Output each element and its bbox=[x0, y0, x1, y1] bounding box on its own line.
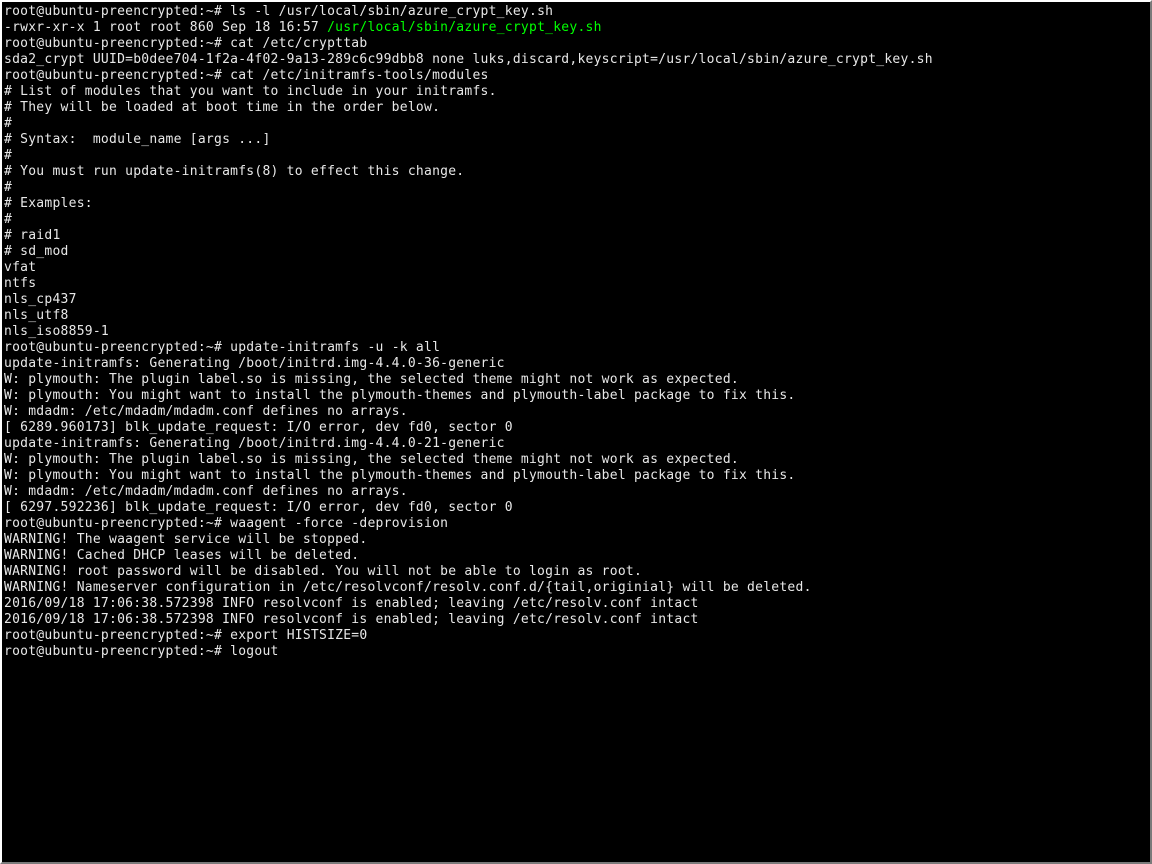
output-line: update-initramfs: Generating /boot/initr… bbox=[4, 436, 1148, 452]
ls-filepath: /usr/local/sbin/azure_crypt_key.sh bbox=[327, 20, 602, 35]
output-line: [ 6297.592236] blk_update_request: I/O e… bbox=[4, 500, 1148, 516]
shell-command: waagent -force -deprovision bbox=[230, 516, 448, 531]
command-line: root@ubuntu-preencrypted:~# update-initr… bbox=[4, 340, 1148, 356]
output-line: nls_cp437 bbox=[4, 292, 1148, 308]
output-line: W: plymouth: The plugin label.so is miss… bbox=[4, 452, 1148, 468]
shell-prompt: root@ubuntu-preencrypted:~# bbox=[4, 4, 230, 19]
output-line: 2016/09/18 17:06:38.572398 INFO resolvco… bbox=[4, 596, 1148, 612]
terminal-window[interactable]: root@ubuntu-preencrypted:~# ls -l /usr/l… bbox=[0, 0, 1152, 864]
output-line: # bbox=[4, 180, 1148, 196]
command-line: root@ubuntu-preencrypted:~# cat /etc/cry… bbox=[4, 36, 1148, 52]
shell-prompt: root@ubuntu-preencrypted:~# bbox=[4, 340, 230, 355]
output-line: W: plymouth: You might want to install t… bbox=[4, 388, 1148, 404]
output-line: # raid1 bbox=[4, 228, 1148, 244]
output-line: # List of modules that you want to inclu… bbox=[4, 84, 1148, 100]
output-line: vfat bbox=[4, 260, 1148, 276]
output-line: 2016/09/18 17:06:38.572398 INFO resolvco… bbox=[4, 612, 1148, 628]
output-line: # bbox=[4, 148, 1148, 164]
command-line: root@ubuntu-preencrypted:~# ls -l /usr/l… bbox=[4, 4, 1148, 20]
output-line: update-initramfs: Generating /boot/initr… bbox=[4, 356, 1148, 372]
output-line: W: mdadm: /etc/mdadm/mdadm.conf defines … bbox=[4, 404, 1148, 420]
output-line: WARNING! Nameserver configuration in /et… bbox=[4, 580, 1148, 596]
output-line: # bbox=[4, 116, 1148, 132]
command-line: root@ubuntu-preencrypted:~# cat /etc/ini… bbox=[4, 68, 1148, 84]
output-line: W: plymouth: You might want to install t… bbox=[4, 468, 1148, 484]
output-line: [ 6289.960173] blk_update_request: I/O e… bbox=[4, 420, 1148, 436]
command-line: root@ubuntu-preencrypted:~# waagent -for… bbox=[4, 516, 1148, 532]
shell-command: cat /etc/crypttab bbox=[230, 36, 367, 51]
ls-details: -rwxr-xr-x 1 root root 860 Sep 18 16:57 bbox=[4, 20, 327, 35]
shell-prompt: root@ubuntu-preencrypted:~# bbox=[4, 628, 230, 643]
output-line: WARNING! Cached DHCP leases will be dele… bbox=[4, 548, 1148, 564]
shell-prompt: root@ubuntu-preencrypted:~# bbox=[4, 644, 230, 659]
output-line: # bbox=[4, 212, 1148, 228]
output-line: # sd_mod bbox=[4, 244, 1148, 260]
shell-command: ls -l /usr/local/sbin/azure_crypt_key.sh bbox=[230, 4, 553, 19]
output-line: nls_iso8859-1 bbox=[4, 324, 1148, 340]
output-line: # Syntax: module_name [args ...] bbox=[4, 132, 1148, 148]
output-line: # Examples: bbox=[4, 196, 1148, 212]
shell-command: logout bbox=[230, 644, 278, 659]
shell-command: cat /etc/initramfs-tools/modules bbox=[230, 68, 488, 83]
output-line: WARNING! root password will be disabled.… bbox=[4, 564, 1148, 580]
command-line: root@ubuntu-preencrypted:~# logout bbox=[4, 644, 1148, 660]
shell-command: export HISTSIZE=0 bbox=[230, 628, 367, 643]
output-line: # You must run update-initramfs(8) to ef… bbox=[4, 164, 1148, 180]
shell-prompt: root@ubuntu-preencrypted:~# bbox=[4, 36, 230, 51]
ls-output-line: -rwxr-xr-x 1 root root 860 Sep 18 16:57 … bbox=[4, 20, 1148, 36]
shell-command: update-initramfs -u -k all bbox=[230, 340, 440, 355]
shell-prompt: root@ubuntu-preencrypted:~# bbox=[4, 516, 230, 531]
output-line: nls_utf8 bbox=[4, 308, 1148, 324]
command-line: root@ubuntu-preencrypted:~# export HISTS… bbox=[4, 628, 1148, 644]
output-line: W: plymouth: The plugin label.so is miss… bbox=[4, 372, 1148, 388]
output-line: sda2_crypt UUID=b0dee704-1f2a-4f02-9a13-… bbox=[4, 52, 1148, 68]
output-line: # They will be loaded at boot time in th… bbox=[4, 100, 1148, 116]
shell-prompt: root@ubuntu-preencrypted:~# bbox=[4, 68, 230, 83]
output-line: W: mdadm: /etc/mdadm/mdadm.conf defines … bbox=[4, 484, 1148, 500]
output-line: WARNING! The waagent service will be sto… bbox=[4, 532, 1148, 548]
output-line: ntfs bbox=[4, 276, 1148, 292]
